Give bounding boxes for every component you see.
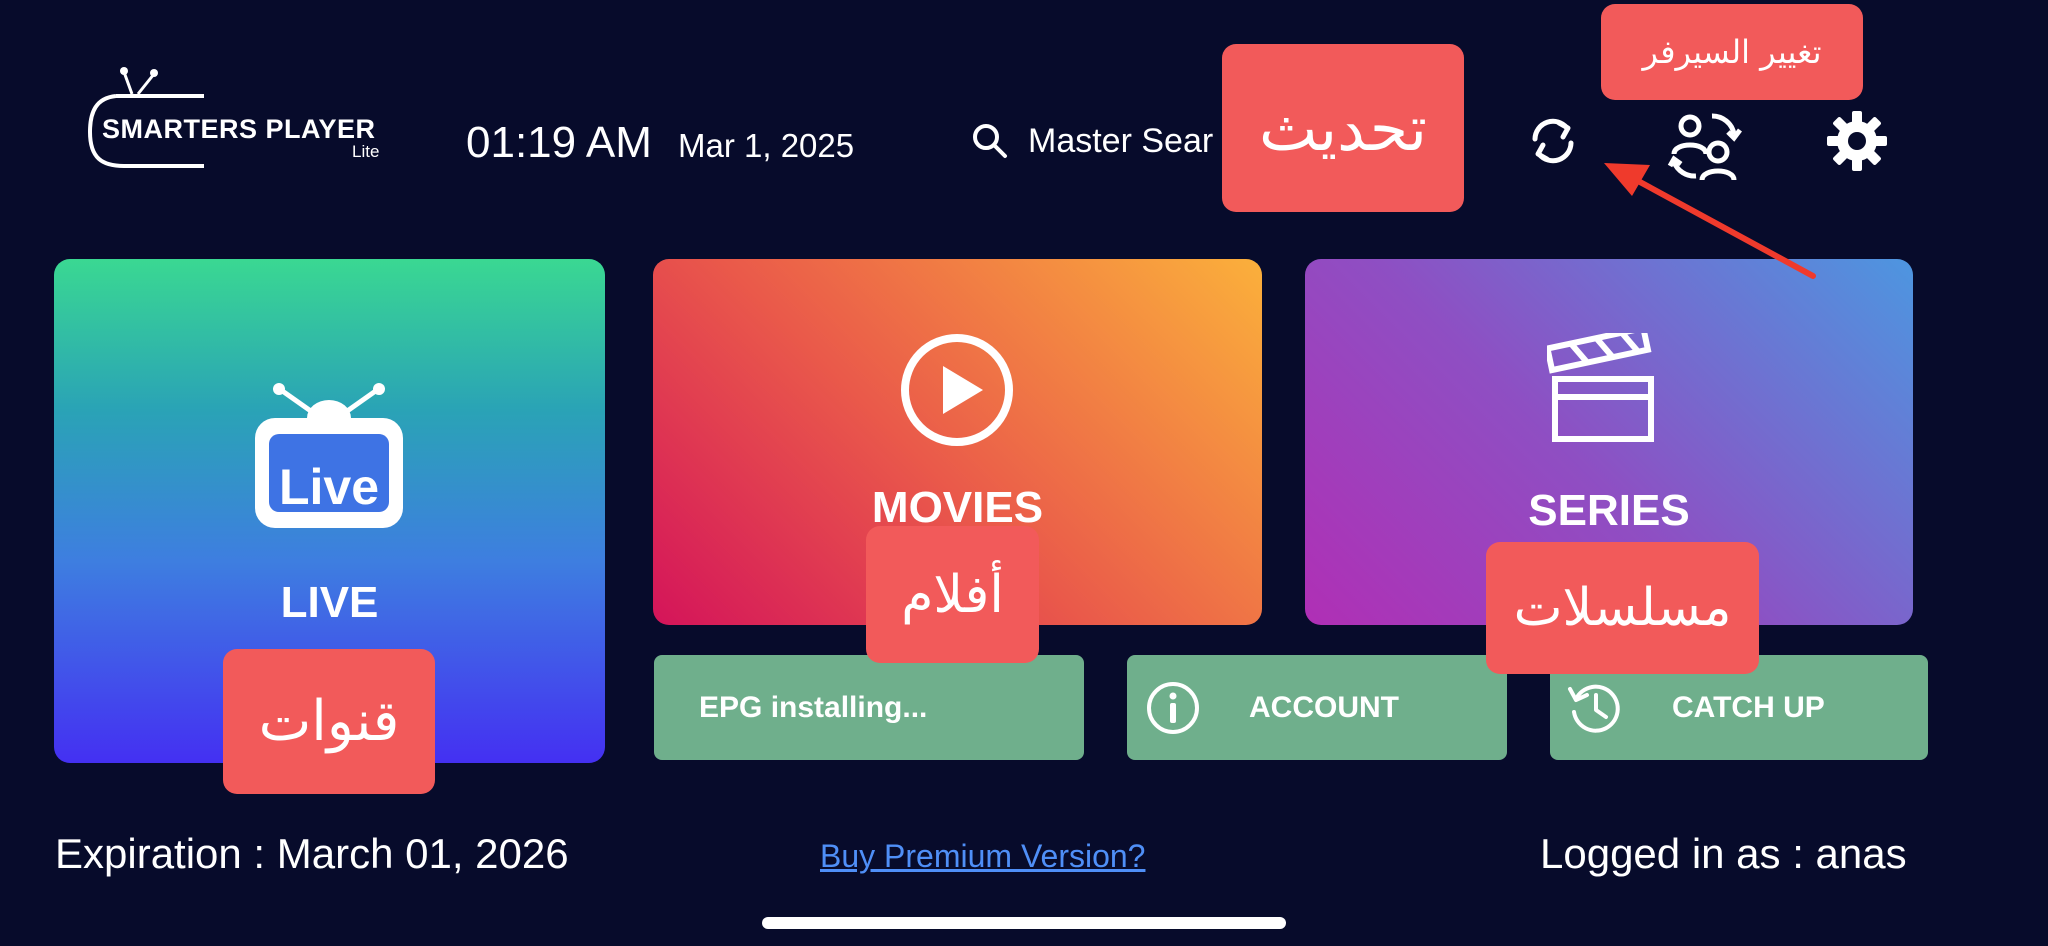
refresh-icon <box>1532 118 1574 164</box>
logo-name: SMARTERS PLAYER <box>102 114 376 144</box>
master-search-button[interactable]: Master Sear <box>970 117 1213 165</box>
expiration-text: Expiration : March 01, 2026 <box>55 830 569 877</box>
annotation-update: تحديث <box>1222 44 1464 212</box>
clock-date: Mar 1, 2025 <box>678 127 855 164</box>
epg-tile[interactable]: EPG installing... <box>654 655 1084 760</box>
account-label: ACCOUNT <box>1249 690 1399 724</box>
gear-icon <box>1827 111 1887 171</box>
tv-icon-text: Live <box>278 459 380 515</box>
switch-user-icon <box>1667 113 1742 181</box>
clapperboard-icon <box>1547 333 1654 442</box>
annotation-series: مسلسلات <box>1486 542 1759 674</box>
account-tile[interactable]: ACCOUNT <box>1127 655 1507 760</box>
annotation-movies: أفلام <box>866 526 1039 663</box>
history-icon <box>1568 684 1620 733</box>
settings-button[interactable] <box>1822 106 1892 176</box>
app-logo: SMARTERS PLAYER Lite <box>84 62 404 172</box>
search-label: Master Sear <box>1028 121 1214 160</box>
refresh-button[interactable] <box>1518 106 1588 176</box>
annotation-change-server: تغيير السيرفر <box>1601 4 1863 100</box>
logo-sub: Lite <box>352 142 380 161</box>
clock-time: 01:19 AM <box>466 118 652 167</box>
switch-user-button[interactable] <box>1666 104 1746 184</box>
info-icon <box>1147 681 1199 734</box>
buy-premium-link[interactable]: Buy Premium Version? <box>820 838 1145 875</box>
play-icon <box>901 334 1013 446</box>
logged-in-text: Logged in as : anas <box>1540 830 1907 877</box>
search-icon <box>973 124 1007 158</box>
home-indicator[interactable] <box>762 917 1286 929</box>
epg-label: EPG installing... <box>699 690 928 724</box>
live-label: LIVE <box>280 578 379 627</box>
series-label: SERIES <box>1528 486 1690 535</box>
catch-up-label: CATCH UP <box>1672 690 1825 724</box>
annotation-channels: قنوات <box>223 649 435 794</box>
